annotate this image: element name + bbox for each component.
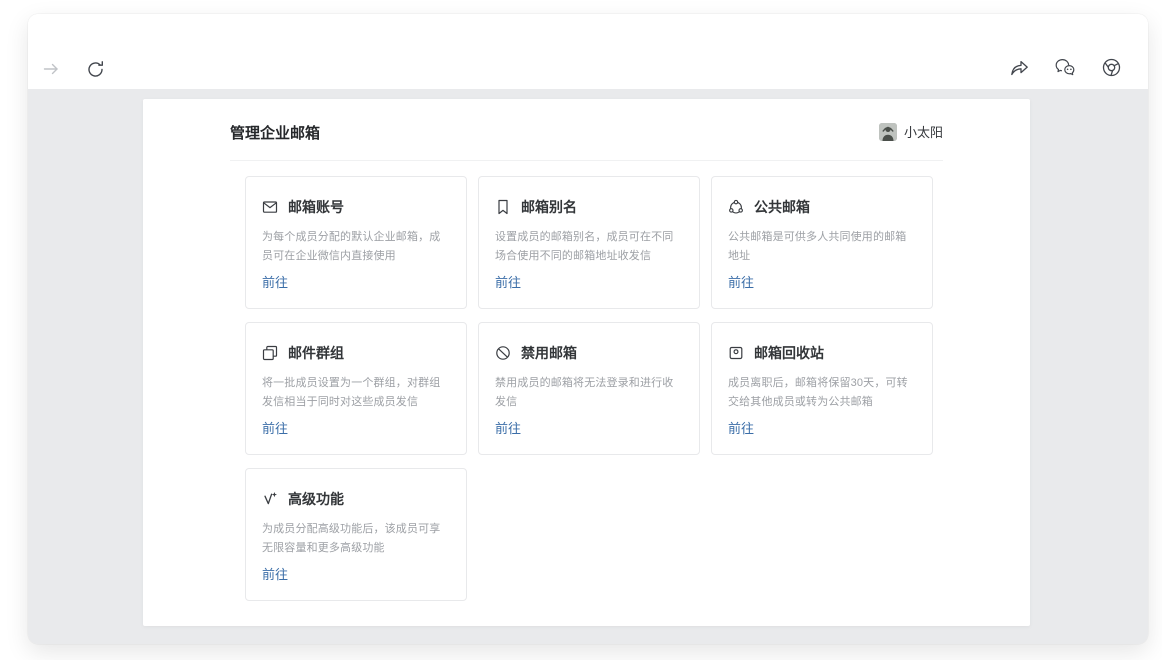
card-mail-alias: 邮箱别名 设置成员的邮箱别名，成员可在不同场合使用不同的邮箱地址收发信 前往 [478,176,700,309]
card-go-link[interactable]: 前往 [728,272,754,291]
card-mail-group: 邮件群组 将一批成员设置为一个群组，对群组发信相当于同时对这些成员发信 前往 [245,322,467,455]
card-description: 设置成员的邮箱别名，成员可在不同场合使用不同的邮箱地址收发信 [495,228,683,266]
card-go-link[interactable]: 前往 [728,418,754,437]
share-arrow-icon[interactable] [1008,56,1030,78]
card-public-mailbox: 公共邮箱 公共邮箱是可供多人共同使用的邮箱地址 前往 [711,176,933,309]
card-head: 禁用邮箱 [495,343,683,363]
user-badge: 小太阳 [879,122,943,141]
bookmark-icon [495,199,511,215]
person-avatar [879,123,897,141]
card-advanced: 高级功能 为成员分配高级功能后，该成员可享无限容量和更多高级功能 前往 [245,468,467,601]
card-title: 邮件群组 [288,343,344,363]
card-go-link[interactable]: 前往 [495,418,521,437]
card-title: 邮箱别名 [521,197,577,217]
card-mail-account: 邮箱账号 为每个成员分配的默认企业邮箱，成员可在企业微信内直接使用 前往 [245,176,467,309]
user-name: 小太阳 [904,122,943,141]
card-title: 邮箱账号 [288,197,344,217]
wechat-icon[interactable] [1054,56,1076,78]
card-description: 禁用成员的邮箱将无法登录和进行收发信 [495,374,683,412]
card-title: 邮箱回收站 [754,343,824,363]
card-go-link[interactable]: 前往 [495,272,521,291]
copy-squares-icon [262,345,278,361]
card-grid: 邮箱账号 为每个成员分配的默认企业邮箱，成员可在企业微信内直接使用 前往 邮箱别… [245,176,933,601]
card-description: 公共邮箱是可供多人共同使用的邮箱地址 [728,228,916,266]
main-panel: 管理企业邮箱 小太阳 邮箱 [143,99,1030,626]
card-head: 邮件群组 [262,343,450,363]
ban-icon [495,345,511,361]
card-title: 高级功能 [288,489,344,509]
card-description: 将一批成员设置为一个群组，对群组发信相当于同时对这些成员发信 [262,374,450,412]
group-circle-icon [728,199,744,215]
refresh-icon[interactable] [84,58,106,80]
browser-icon[interactable] [1100,56,1122,78]
card-go-link[interactable]: 前往 [262,418,288,437]
browser-toolbar [28,14,1148,89]
browser-window: 管理企业邮箱 小太阳 邮箱 [28,14,1148,644]
page-background: 管理企业邮箱 小太阳 邮箱 [28,89,1148,644]
page-title: 管理企业邮箱 [230,119,943,149]
card-go-link[interactable]: 前往 [262,564,288,583]
card-mailbox-recycle: 邮箱回收站 成员离职后，邮箱将保留30天，可转交给其他成员或转为公共邮箱 前往 [711,322,933,455]
card-head: 邮箱账号 [262,197,450,217]
header-divider [230,160,943,161]
mail-icon [262,199,278,215]
card-head: 邮箱回收站 [728,343,916,363]
card-title: 公共邮箱 [754,197,810,217]
card-description: 成员离职后，邮箱将保留30天，可转交给其他成员或转为公共邮箱 [728,374,916,412]
forward-arrow-icon[interactable] [40,58,62,80]
card-head: 公共邮箱 [728,197,916,217]
card-title: 禁用邮箱 [521,343,577,363]
card-go-link[interactable]: 前往 [262,272,288,291]
sparkle-icon [262,491,278,507]
card-disabled-mailbox: 禁用邮箱 禁用成员的邮箱将无法登录和进行收发信 前往 [478,322,700,455]
card-description: 为每个成员分配的默认企业邮箱，成员可在企业微信内直接使用 [262,228,450,266]
card-head: 高级功能 [262,489,450,509]
recycle-box-icon [728,345,744,361]
card-head: 邮箱别名 [495,197,683,217]
panel-header: 管理企业邮箱 小太阳 [230,119,943,149]
card-description: 为成员分配高级功能后，该成员可享无限容量和更多高级功能 [262,520,450,558]
